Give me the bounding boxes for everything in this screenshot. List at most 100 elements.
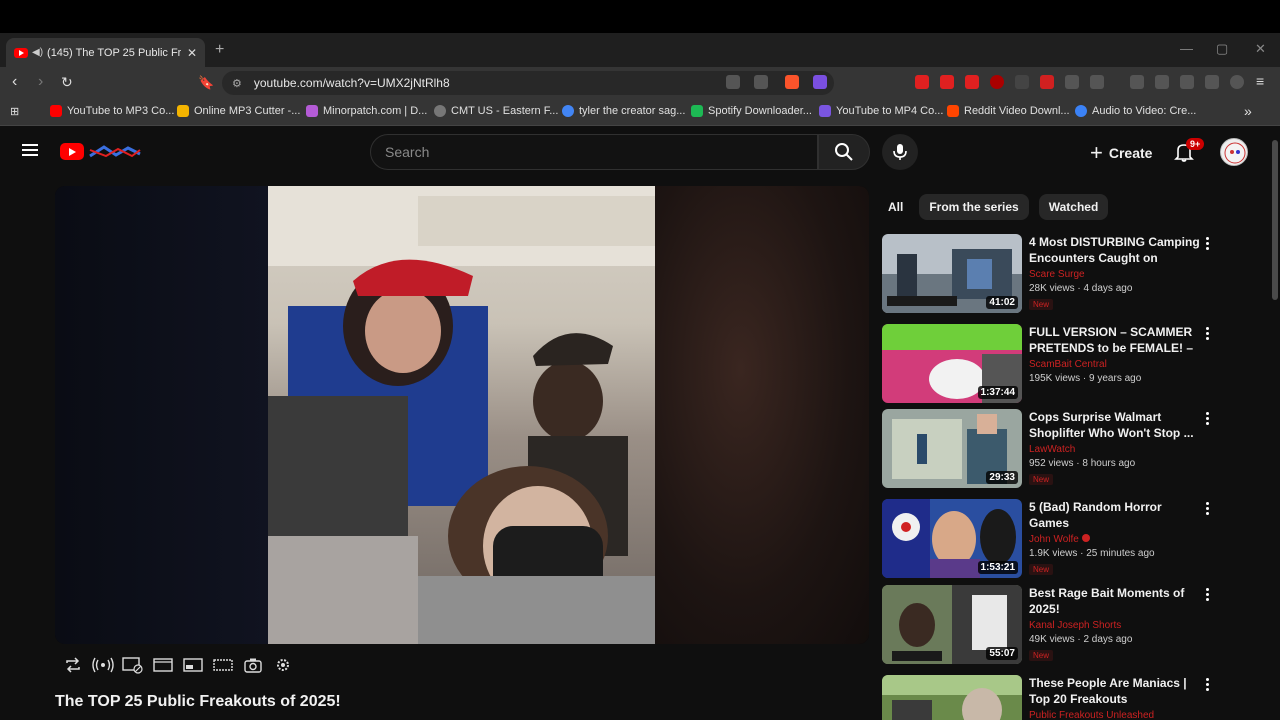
reload-icon[interactable]: ↻	[61, 74, 73, 91]
video-thumbnail[interactable]: 29:33	[882, 409, 1022, 488]
channel-name[interactable]: LawWatch	[1029, 444, 1201, 455]
bookmark-favicon-icon	[1075, 105, 1087, 117]
picture-in-picture-icon[interactable]	[182, 655, 204, 675]
brave-rewards-icon[interactable]	[813, 75, 827, 89]
recommendation-title[interactable]: 5 (Bad) Random Horror Games	[1029, 499, 1201, 531]
create-button[interactable]: + Create	[1082, 138, 1160, 168]
hide-video-icon[interactable]	[122, 655, 144, 675]
video-thumbnail[interactable]: 41:02	[882, 234, 1022, 313]
video-frame[interactable]	[268, 186, 655, 644]
recommendation-item[interactable]: 55:07 Best Rage Bait Moments of 2025! Ka…	[882, 585, 1212, 665]
bookmark-item[interactable]: Minorpatch.com | D...	[306, 105, 427, 117]
channel-name[interactable]: Scare Surge	[1029, 269, 1201, 280]
bookmark-favicon-icon	[691, 105, 703, 117]
extension-icon[interactable]	[1015, 75, 1029, 89]
video-thumbnail[interactable]: 55:07	[882, 585, 1022, 664]
video-thumbnail[interactable]: 1:37:44	[882, 324, 1022, 403]
speaker-icon[interactable]: ◀)	[32, 47, 43, 58]
bookmark-item[interactable]: Reddit Video Downl...	[947, 105, 1070, 117]
url-bar[interactable]: ⚙ youtube.com/watch?v=UMX2jNtRlh8	[222, 71, 834, 95]
avatar[interactable]	[1220, 138, 1248, 166]
forward-icon[interactable]: ›	[38, 73, 43, 91]
install-icon[interactable]	[726, 75, 740, 89]
video-thumbnail[interactable]	[882, 675, 1022, 720]
recommendation-title[interactable]: 4 Most DISTURBING Camping Encounters Cau…	[1029, 234, 1201, 266]
sidebar-icon[interactable]	[1090, 75, 1104, 89]
bookmark-label: Reddit Video Downl...	[964, 105, 1070, 117]
youtube-doodle-logo[interactable]	[88, 144, 142, 159]
share-icon[interactable]	[754, 75, 768, 89]
minimize-icon[interactable]: —	[1180, 41, 1193, 56]
vpn-icon[interactable]	[1230, 75, 1244, 89]
split-view-icon[interactable]	[1155, 75, 1169, 89]
recommendation-item[interactable]: 1:37:44 FULL VERSION – SCAMMER PRETENDS …	[882, 324, 1212, 404]
video-player[interactable]	[55, 186, 869, 644]
broadcast-icon[interactable]	[92, 655, 114, 675]
chip-watched[interactable]: Watched	[1038, 194, 1109, 220]
loop-icon[interactable]	[62, 655, 84, 675]
extension-icon[interactable]	[965, 75, 979, 89]
more-bookmarks-icon[interactable]: »	[1244, 103, 1252, 119]
ublock-icon[interactable]	[990, 75, 1004, 89]
more-options-icon[interactable]	[1206, 678, 1210, 692]
bookmark-item[interactable]: Spotify Downloader...	[691, 105, 812, 117]
recommendation-title[interactable]: FULL VERSION – SCAMMER PRETENDS to be FE…	[1029, 324, 1201, 356]
search-box[interactable]	[370, 134, 818, 170]
maximize-icon[interactable]: ▢	[1216, 41, 1228, 57]
more-options-icon[interactable]	[1206, 588, 1210, 602]
more-options-icon[interactable]	[1206, 327, 1210, 341]
theater-mode-icon[interactable]	[212, 655, 234, 675]
youtube-logo[interactable]	[60, 143, 84, 160]
recommendation-title[interactable]: These People Are Maniacs | Top 20 Freako…	[1029, 675, 1201, 707]
search-button[interactable]	[818, 134, 870, 170]
voice-search-button[interactable]	[882, 134, 918, 170]
bookmark-item[interactable]: YouTube to MP3 Co...	[50, 105, 174, 117]
menu-icon[interactable]: ≡	[1256, 73, 1264, 89]
channel-name[interactable]: Kanal Joseph Shorts	[1029, 620, 1201, 631]
player-toolbar	[62, 655, 294, 675]
recommendation-title[interactable]: Cops Surprise Walmart Shoplifter Who Won…	[1029, 409, 1201, 441]
extension-icon[interactable]	[940, 75, 954, 89]
wallet-icon[interactable]	[1180, 75, 1194, 89]
bookmark-icon[interactable]: 🔖	[198, 75, 214, 91]
extension-icon[interactable]	[1040, 75, 1054, 89]
channel-name[interactable]: John Wolfe	[1029, 534, 1201, 545]
site-info-icon[interactable]: ⚙	[232, 77, 242, 90]
chip-from-the-series[interactable]: From the series	[919, 194, 1029, 220]
more-options-icon[interactable]	[1206, 237, 1210, 251]
bookmark-item[interactable]: YouTube to MP4 Co...	[819, 105, 943, 117]
leo-icon[interactable]	[1205, 75, 1219, 89]
bookmark-item[interactable]: tyler the creator sag...	[562, 105, 685, 117]
chip-all[interactable]: All	[882, 194, 909, 220]
bookmark-item[interactable]: CMT US - Eastern F...	[434, 105, 558, 117]
puzzle-icon[interactable]	[1065, 75, 1079, 89]
more-options-icon[interactable]	[1206, 412, 1210, 426]
settings-gear-icon[interactable]	[272, 655, 294, 675]
brave-shield-icon[interactable]	[785, 75, 799, 89]
channel-name[interactable]: Public Freakouts Unleashed	[1029, 710, 1201, 720]
bookmark-item[interactable]: Audio to Video: Cre...	[1075, 105, 1196, 117]
extension-icon[interactable]	[915, 75, 929, 89]
browser-tab[interactable]: ◀) (145) The TOP 25 Public Freak ✕	[6, 38, 205, 67]
scrollbar-thumb[interactable]	[1272, 140, 1278, 300]
cinema-mode-icon[interactable]	[152, 655, 174, 675]
recommendation-item[interactable]: 41:02 4 Most DISTURBING Camping Encounte…	[882, 234, 1212, 314]
recommendation-item[interactable]: 29:33 Cops Surprise Walmart Shoplifter W…	[882, 409, 1212, 489]
new-tab-button[interactable]: +	[215, 41, 224, 59]
channel-name[interactable]: ScamBait Central	[1029, 359, 1201, 370]
apps-icon[interactable]: ⊞	[10, 105, 19, 118]
recommendation-title[interactable]: Best Rage Bait Moments of 2025!	[1029, 585, 1201, 617]
close-tab-icon[interactable]: ✕	[187, 46, 197, 60]
recommendation-item[interactable]: 1:53:21 5 (Bad) Random Horror Games John…	[882, 499, 1212, 579]
recommendation-item[interactable]: These People Are Maniacs | Top 20 Freako…	[882, 675, 1212, 720]
hamburger-menu-icon[interactable]	[22, 144, 38, 156]
back-icon[interactable]: ‹	[12, 73, 17, 91]
bookmark-item[interactable]: Online MP3 Cutter -...	[177, 105, 300, 117]
video-thumbnail[interactable]: 1:53:21	[882, 499, 1022, 578]
screenshot-icon[interactable]	[242, 655, 264, 675]
search-input[interactable]	[385, 144, 817, 160]
more-options-icon[interactable]	[1206, 502, 1210, 516]
media-icon[interactable]	[1130, 75, 1144, 89]
bookmark-favicon-icon	[819, 105, 831, 117]
close-window-icon[interactable]: ✕	[1255, 41, 1266, 57]
